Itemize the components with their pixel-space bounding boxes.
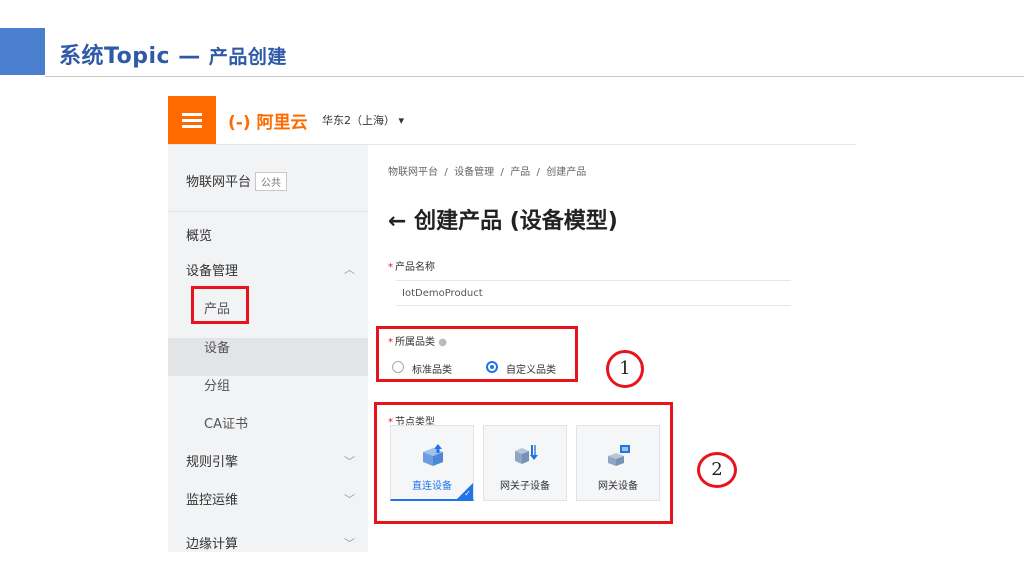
sidebar: 物联网平台 公共 概览 设备管理 ︿ 产品 设备 分组 CA证书 规则引擎 ﹀ 监… <box>168 145 368 552</box>
product-name-label-text: 产品名称 <box>395 262 435 273</box>
chevron-down-icon: ▾ <box>398 114 405 127</box>
sidebar-item-monitoring[interactable]: 监控运维 <box>186 489 238 508</box>
chevron-up-icon[interactable]: ︿ <box>344 261 355 277</box>
sidebar-item-ca-cert[interactable]: CA证书 <box>204 413 248 432</box>
chevron-down-icon[interactable]: ﹀ <box>344 491 355 507</box>
hamburger-icon[interactable] <box>168 96 216 144</box>
region-selector[interactable]: 华东2（上海） ▾ <box>322 112 404 128</box>
product-name-label: * 产品名称 <box>388 262 435 273</box>
sidebar-item-group[interactable]: 分组 <box>204 375 230 394</box>
slide-title-main: 系统Topic — <box>59 44 209 69</box>
sidebar-divider <box>168 211 368 212</box>
region-label: 华东2（上海） <box>322 114 395 127</box>
slide-divider <box>45 76 1024 77</box>
breadcrumb-separator: / <box>500 167 504 178</box>
marker-circle-2: 2 <box>697 452 737 488</box>
slide-subtitle: 产品创建 <box>208 46 287 68</box>
sidebar-item-edge-computing[interactable]: 边缘计算 <box>186 533 238 552</box>
highlight-box-node-type <box>374 402 673 524</box>
breadcrumb-item[interactable]: 设备管理 <box>454 167 494 178</box>
sidebar-item-device-management[interactable]: 设备管理 <box>186 260 238 279</box>
sidebar-platform-label: 物联网平台 <box>186 175 252 190</box>
console-screenshot: (-) 阿里云 华东2（上海） ▾ 物联网平台 公共 概览 设备管理 ︿ 产品 设… <box>168 96 856 552</box>
breadcrumb-item[interactable]: 物联网平台 <box>388 167 438 178</box>
sidebar-item-device[interactable]: 设备 <box>204 337 230 356</box>
marker-circle-1: 1 <box>606 350 644 388</box>
breadcrumb: 物联网平台 / 设备管理 / 产品 / 创建产品 <box>388 163 586 178</box>
breadcrumb-item-current: 创建产品 <box>546 167 587 178</box>
slide-title: 系统Topic — 产品创建 <box>59 38 287 70</box>
sidebar-item-overview[interactable]: 概览 <box>186 225 212 244</box>
sidebar-item-rule-engine[interactable]: 规则引擎 <box>186 451 238 470</box>
page-title: ← 创建产品 (设备模型) <box>388 209 618 234</box>
breadcrumb-item[interactable]: 产品 <box>510 167 530 178</box>
product-name-input[interactable]: IotDemoProduct <box>396 280 791 306</box>
chevron-down-icon[interactable]: ﹀ <box>344 453 355 469</box>
top-bar: (-) 阿里云 华东2（上海） ▾ <box>168 96 856 145</box>
sidebar-selected-bg <box>168 338 368 376</box>
aliyun-logo[interactable]: (-) 阿里云 <box>228 108 308 133</box>
highlight-box-category <box>376 326 578 382</box>
highlight-box-product <box>191 286 249 324</box>
breadcrumb-separator: / <box>536 167 540 178</box>
sidebar-platform: 物联网平台 公共 <box>186 171 288 191</box>
breadcrumb-separator: / <box>444 167 448 178</box>
platform-tag[interactable]: 公共 <box>255 172 288 191</box>
slide-accent-bar <box>0 28 45 75</box>
chevron-down-icon[interactable]: ﹀ <box>344 535 355 551</box>
